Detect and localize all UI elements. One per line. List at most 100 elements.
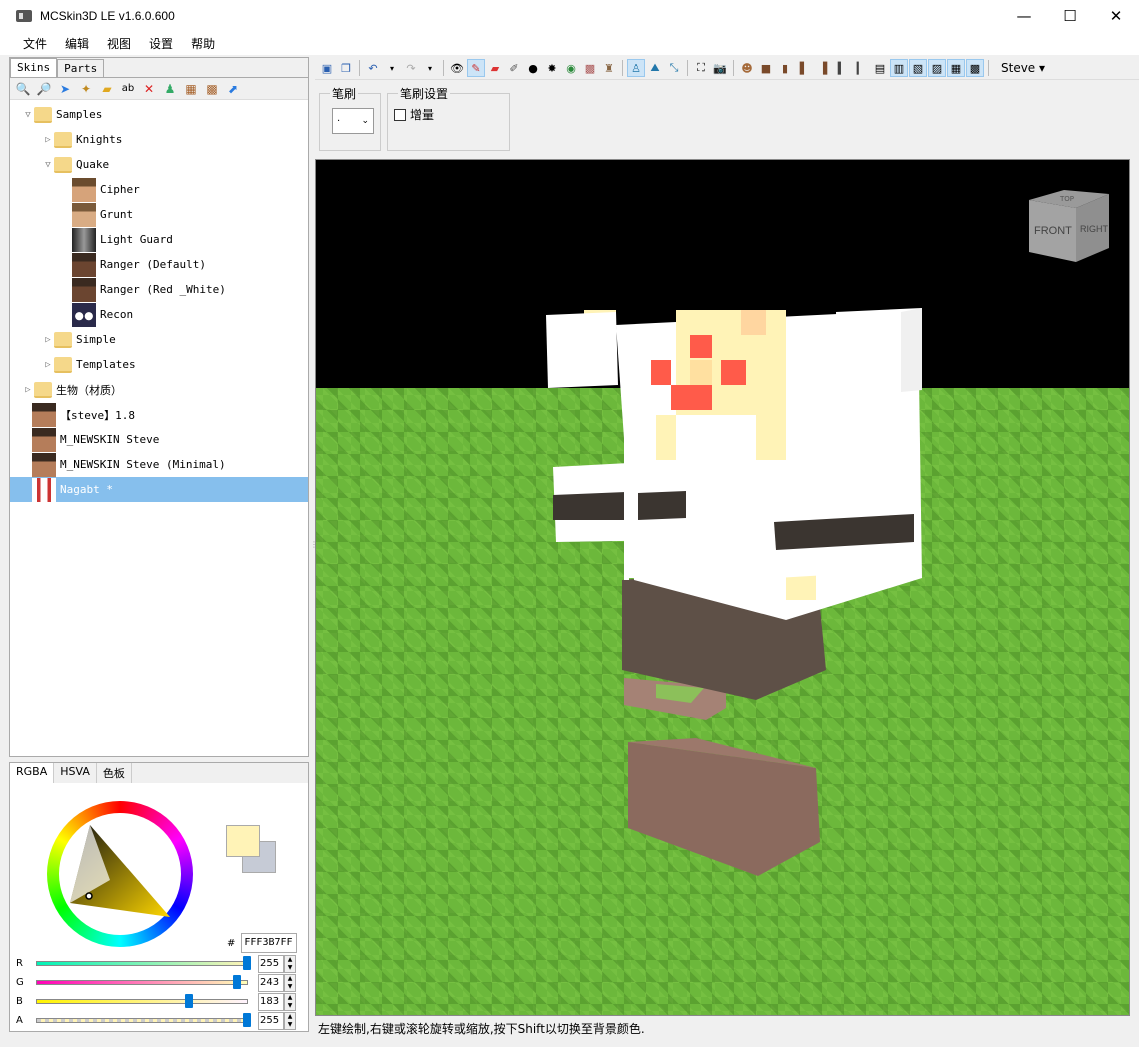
expand-icon[interactable]: ▷ xyxy=(42,135,54,145)
screenshot-icon[interactable]: 📷 xyxy=(711,59,729,77)
clone-icon[interactable]: ♟ xyxy=(161,80,179,98)
tree-folder-quake[interactable]: ▽ Quake xyxy=(10,152,308,177)
alpha-toggle-icon[interactable]: ⛶ xyxy=(692,59,710,77)
overlay-arm2-icon[interactable]: ▨ xyxy=(928,59,946,77)
red-spinner[interactable]: ▲ ▼ xyxy=(284,954,296,973)
save-all-icon[interactable]: ❐ xyxy=(337,59,355,77)
rename-icon[interactable]: ab xyxy=(119,80,137,98)
left-arm-part-icon[interactable]: ▌ xyxy=(795,59,813,77)
tree-skin-recon[interactable]: Recon xyxy=(10,302,308,327)
tree-skin-m-newskin-steve[interactable]: M_NEWSKIN Steve xyxy=(10,427,308,452)
overlay-arm-icon[interactable]: ▧ xyxy=(909,59,927,77)
collapse-icon[interactable]: ▽ xyxy=(42,160,54,170)
helmet-part-icon[interactable]: ■ xyxy=(757,59,775,77)
new-skin-icon[interactable]: ✦ xyxy=(77,80,95,98)
tree-skin-cipher[interactable]: Cipher xyxy=(10,177,308,202)
fill-icon[interactable]: ◉ xyxy=(562,59,580,77)
view-cube[interactable]: TOP FRONT RIGHT xyxy=(1024,182,1114,264)
tab-rgba[interactable]: RGBA xyxy=(10,763,55,783)
alpha-value-input[interactable]: 255 xyxy=(258,1011,284,1030)
tree-skin-ranger-default[interactable]: Ranger (Default) xyxy=(10,252,308,277)
blue-slider-thumb[interactable] xyxy=(185,994,193,1008)
blue-value-input[interactable]: 183 xyxy=(258,992,284,1011)
alpha-slider-track[interactable] xyxy=(36,1013,251,1027)
head-part-icon[interactable]: ☻ xyxy=(738,59,756,77)
overlay-chest-icon[interactable]: ▥ xyxy=(890,59,908,77)
zoom-out-icon[interactable]: 🔍 xyxy=(14,80,32,98)
tree-skin-steve-18[interactable]: 【steve】1.8 xyxy=(10,402,308,427)
menu-edit[interactable]: 编辑 xyxy=(56,35,98,52)
3d-viewport[interactable]: TOP FRONT RIGHT xyxy=(315,159,1130,1016)
minimize-button[interactable]: — xyxy=(1001,0,1047,31)
increment-checkbox[interactable] xyxy=(394,108,406,121)
collapse-icon[interactable]: ▽ xyxy=(22,110,34,120)
menu-view[interactable]: 视图 xyxy=(98,35,140,52)
redo-dropdown-icon[interactable]: ▾ xyxy=(421,59,439,77)
zoom-in-icon[interactable]: 🔎 xyxy=(35,80,53,98)
tree-skin-grunt[interactable]: Grunt xyxy=(10,202,308,227)
tree-skin-m-newskin-steve-minimal[interactable]: M_NEWSKIN Steve (Minimal) xyxy=(10,452,308,477)
undo-dropdown-icon[interactable]: ▾ xyxy=(383,59,401,77)
new-folder-icon[interactable]: ▰ xyxy=(98,80,116,98)
expand-icon[interactable]: ▷ xyxy=(22,385,34,395)
undo-icon[interactable]: ↶ xyxy=(364,59,382,77)
tree-folder-knights[interactable]: ▷ Knights xyxy=(10,127,308,152)
redo-icon[interactable]: ↷ xyxy=(402,59,420,77)
save-icon[interactable]: ▣ xyxy=(318,59,336,77)
tab-hsva[interactable]: HSVA xyxy=(54,763,97,783)
delete-icon[interactable]: ✕ xyxy=(140,80,158,98)
tree-skin-ranger-red-white[interactable]: Ranger (Red _White) xyxy=(10,277,308,302)
tree-folder-simple[interactable]: ▷ Simple xyxy=(10,327,308,352)
upload-icon[interactable]: ⬈ xyxy=(224,80,242,98)
splitter-handle[interactable]: ⋮ xyxy=(310,540,318,560)
maximize-button[interactable]: ☐ xyxy=(1047,0,1093,31)
left-leg-part-icon[interactable]: ▍ xyxy=(833,59,851,77)
dropper-icon[interactable]: ✐ xyxy=(505,59,523,77)
menu-file[interactable]: 文件 xyxy=(14,35,56,52)
red-value-input[interactable]: 255 xyxy=(258,954,284,973)
blue-slider-track[interactable] xyxy=(36,994,248,1008)
tree-folder-samples[interactable]: ▽ Samples xyxy=(10,102,308,127)
dodge-icon[interactable]: ● xyxy=(524,59,542,77)
camera-eye-icon[interactable]: 👁 xyxy=(448,59,466,77)
foreground-color-swatch[interactable] xyxy=(226,825,260,857)
stamp-icon[interactable]: ♜ xyxy=(600,59,618,77)
tab-parts[interactable]: Parts xyxy=(57,59,105,77)
texture-grid-icon[interactable]: ▩ xyxy=(203,80,221,98)
green-slider-track[interactable] xyxy=(36,975,248,989)
import-icon[interactable]: ➤ xyxy=(56,80,74,98)
brush-size-select[interactable]: · ⌄ xyxy=(332,108,374,134)
green-value-input[interactable]: 243 xyxy=(258,973,284,992)
model-select-dropdown[interactable]: Steve ▾ xyxy=(1001,61,1045,75)
pencil-icon[interactable]: ✎ xyxy=(467,59,485,77)
hex-input[interactable]: FFF3B7FF xyxy=(241,933,298,953)
overlay-head-icon[interactable]: ▤ xyxy=(871,59,889,77)
tree-folder-templates[interactable]: ▷ Templates xyxy=(10,352,308,377)
green-spinner[interactable]: ▲ ▼ xyxy=(284,973,296,992)
chest-part-icon[interactable]: ▮ xyxy=(776,59,794,77)
eraser-icon[interactable]: ▰ xyxy=(486,59,504,77)
alpha-spinner[interactable]: ▲ ▼ xyxy=(284,1011,296,1030)
grid-icon[interactable]: ▦ xyxy=(182,80,200,98)
expand-icon[interactable]: ▷ xyxy=(42,335,54,345)
overlay-leg-icon[interactable]: ▦ xyxy=(947,59,965,77)
alpha-slider-thumb[interactable] xyxy=(243,1013,251,1027)
expand-icon[interactable]: ▷ xyxy=(42,360,54,370)
red-slider-track[interactable] xyxy=(36,956,251,970)
tab-palette[interactable]: 色板 xyxy=(97,763,132,783)
red-slider-thumb[interactable] xyxy=(243,956,251,970)
menu-help[interactable]: 帮助 xyxy=(182,35,224,52)
ground-icon[interactable]: ⛰ xyxy=(646,59,664,77)
darken-icon[interactable]: ✸ xyxy=(543,59,561,77)
saturation-triangle[interactable] xyxy=(70,825,178,925)
tab-skins[interactable]: Skins xyxy=(10,58,58,77)
animate-icon[interactable]: ⤡ xyxy=(665,59,683,77)
blue-spinner[interactable]: ▲ ▼ xyxy=(284,992,296,1011)
green-slider-thumb[interactable] xyxy=(233,975,241,989)
overlay-leg2-icon[interactable]: ▩ xyxy=(966,59,984,77)
close-button[interactable]: ✕ xyxy=(1093,0,1139,31)
noise-icon[interactable]: ▩ xyxy=(581,59,599,77)
right-arm-part-icon[interactable]: ▐ xyxy=(814,59,832,77)
tree-folder-creatures[interactable]: ▷ 生物（材质） xyxy=(10,377,308,402)
player-view-icon[interactable]: ♙ xyxy=(627,59,645,77)
